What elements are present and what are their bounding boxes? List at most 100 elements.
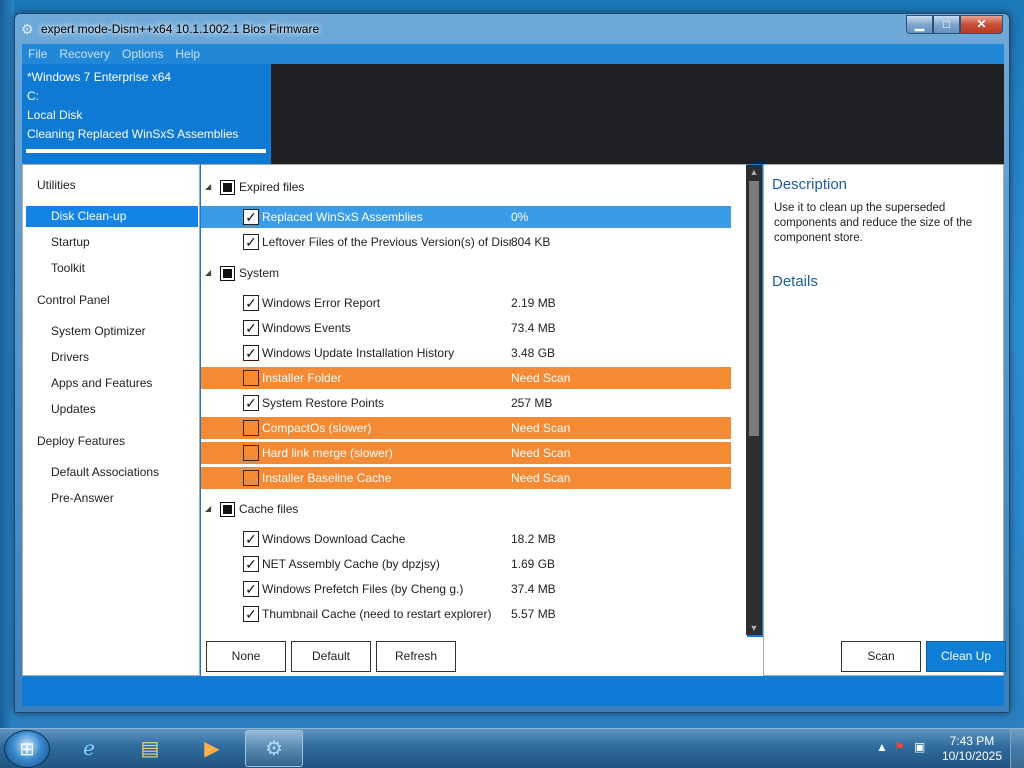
item-size: Need Scan [511, 371, 571, 385]
list-item-system-restore-points[interactable]: ✓ System Restore Points 257 MB [201, 392, 731, 414]
list-item-hard-link-merge[interactable]: Hard link merge (slower) Need Scan [201, 442, 731, 464]
item-size: 2.19 MB [511, 296, 556, 310]
taskbar-windows-explorer[interactable]: ▤ [121, 730, 179, 767]
sidebar-item-updates[interactable]: Updates [26, 399, 198, 420]
show-desktop-button[interactable] [1010, 729, 1024, 768]
list-item-installer-baseline-cache[interactable]: Installer Baseline Cache Need Scan [201, 467, 731, 489]
item-label: Windows Prefetch Files (by Cheng g.) [262, 582, 464, 596]
item-checkbox[interactable]: ✓ [243, 581, 259, 597]
sidebar-group-deploy-features[interactable]: Deploy Features [37, 434, 125, 448]
list-item-net-assembly-cache[interactable]: ✓ NET Assembly Cache (by dpzjsy) 1.69 GB [201, 553, 731, 575]
item-checkbox[interactable]: ✓ [243, 320, 259, 336]
collapse-triangle-icon[interactable]: ◢ [205, 176, 211, 198]
sidebar-group-control-panel[interactable]: Control Panel [37, 293, 110, 307]
clock-date: 10/10/2025 [941, 749, 1002, 763]
sidebar-item-startup[interactable]: Startup [26, 232, 198, 253]
default-button[interactable]: Default [291, 641, 371, 672]
item-checkbox[interactable]: ✓ [243, 209, 259, 225]
item-checkbox[interactable] [243, 370, 259, 386]
refresh-button[interactable]: Refresh [376, 641, 456, 672]
clock[interactable]: 7:43 PM 10/10/2025 [942, 734, 1002, 764]
list-item-installer-folder[interactable]: Installer Folder Need Scan [201, 367, 731, 389]
menu-help[interactable]: Help [169, 44, 206, 64]
list-item-replaced-winsxs[interactable]: ✓ Replaced WinSxS Assemblies 0% [201, 206, 731, 228]
os-name: *Windows 7 Enterprise x64 [27, 70, 172, 84]
sidebar-item-default-associations[interactable]: Default Associations [26, 462, 198, 483]
sidebar-item-pre-answer[interactable]: Pre-Answer [26, 488, 198, 509]
item-size: 804 KB [511, 235, 551, 249]
item-label: Leftover Files of the Previous Version(s… [262, 235, 512, 249]
sidebar-group-utilities[interactable]: Utilities [37, 178, 76, 192]
none-button[interactable]: None [206, 641, 286, 672]
item-checkbox[interactable] [243, 420, 259, 436]
item-label: Installer Folder [262, 371, 342, 385]
window-title: expert mode-Dism++x64 10.1.1002.1 Bios F… [41, 22, 320, 36]
group-checkbox[interactable] [220, 502, 235, 517]
collapse-triangle-icon[interactable]: ◢ [205, 262, 211, 284]
windows-logo-icon: ⊞ [19, 739, 35, 759]
current-task: Cleaning Replaced WinSxS Assemblies [27, 127, 239, 141]
show-hidden-icons-arrow-icon[interactable]: ▲ [876, 740, 888, 754]
group-expired-files[interactable]: ◢ Expired files [201, 176, 731, 198]
list-item-windows-error-report[interactable]: ✓ Windows Error Report 2.19 MB [201, 292, 731, 314]
item-label: Installer Baseline Cache [262, 471, 392, 485]
menu-options[interactable]: Options [116, 44, 169, 64]
list-item-leftover-files[interactable]: ✓ Leftover Files of the Previous Version… [201, 231, 731, 253]
list-item-windows-prefetch-files[interactable]: ✓ Windows Prefetch Files (by Cheng g.) 3… [201, 578, 731, 600]
sidebar-item-toolkit[interactable]: Toolkit [26, 258, 198, 279]
taskbar-media-player[interactable]: ▶ [183, 730, 241, 767]
group-system[interactable]: ◢ System [201, 262, 731, 284]
description-title: Description [772, 176, 848, 193]
scroll-down-arrow-icon[interactable]: ▼ [746, 621, 762, 635]
item-checkbox[interactable]: ✓ [243, 345, 259, 361]
system-tray: ▲ ⚑ ▣ 7:43 PM 10/10/2025 [864, 729, 1024, 768]
title-bar[interactable]: ⚙ expert mode-Dism++x64 10.1.1002.1 Bios… [15, 14, 1009, 44]
item-checkbox[interactable]: ✓ [243, 531, 259, 547]
window-client-area: File Recovery Options Help *Windows 7 En… [22, 44, 1006, 706]
sidebar-item-disk-clean-up[interactable]: Disk Clean-up [26, 206, 198, 227]
group-checkbox[interactable] [220, 266, 235, 281]
action-center-flag-icon[interactable]: ⚑ [894, 740, 905, 754]
list-item-windows-update-history[interactable]: ✓ Windows Update Installation History 3.… [201, 342, 731, 364]
menu-recovery[interactable]: Recovery [53, 44, 116, 64]
clean-up-button[interactable]: Clean Up [926, 641, 1006, 672]
network-icon[interactable]: ▣ [914, 740, 925, 754]
sidebar-item-system-optimizer[interactable]: System Optimizer [26, 321, 198, 342]
list-scrollbar[interactable]: ▲ ▼ [746, 165, 762, 635]
item-size: 18.2 MB [511, 532, 556, 546]
scroll-up-arrow-icon[interactable]: ▲ [746, 165, 762, 179]
item-checkbox[interactable]: ✓ [243, 556, 259, 572]
scan-button[interactable]: Scan [841, 641, 921, 672]
item-checkbox[interactable]: ✓ [243, 606, 259, 622]
session-list-panel [271, 64, 1004, 164]
sidebar-item-apps-and-features[interactable]: Apps and Features [26, 373, 198, 394]
description-text: Use it to clean up the superseded compon… [774, 202, 973, 244]
maximize-button[interactable]: □ [933, 15, 960, 34]
item-size: Need Scan [511, 446, 571, 460]
list-item-compactos[interactable]: CompactOs (slower) Need Scan [201, 417, 731, 439]
item-checkbox[interactable]: ✓ [243, 395, 259, 411]
description-panel: Description Use it to clean up the super… [763, 164, 1006, 676]
minimize-button[interactable]: ▁ [906, 15, 933, 34]
taskbar-internet-explorer[interactable]: ℯ [60, 730, 118, 767]
scroll-thumb[interactable] [749, 181, 759, 436]
taskbar-dism-plus-plus[interactable]: ⚙ [245, 730, 303, 767]
menu-file[interactable]: File [22, 44, 53, 64]
close-button[interactable]: ✕ [960, 15, 1003, 34]
group-cache-files[interactable]: ◢ Cache files [201, 498, 731, 520]
start-button[interactable]: ⊞ [4, 730, 50, 768]
list-item-windows-download-cache[interactable]: ✓ Windows Download Cache 18.2 MB [201, 528, 731, 550]
list-item-windows-events[interactable]: ✓ Windows Events 73.4 MB [201, 317, 731, 339]
item-size: 73.4 MB [511, 321, 556, 335]
item-checkbox[interactable] [243, 445, 259, 461]
list-item-thumbnail-cache[interactable]: ✓ Thumbnail Cache (need to restart explo… [201, 603, 731, 625]
session-info-panel[interactable]: *Windows 7 Enterprise x64 C: Local Disk … [22, 64, 270, 164]
item-checkbox[interactable]: ✓ [243, 295, 259, 311]
group-checkbox[interactable] [220, 180, 235, 195]
item-checkbox[interactable]: ✓ [243, 234, 259, 250]
item-checkbox[interactable] [243, 470, 259, 486]
collapse-triangle-icon[interactable]: ◢ [205, 498, 211, 520]
sidebar-item-drivers[interactable]: Drivers [26, 347, 198, 368]
details-title: Details [772, 273, 818, 290]
item-label: Hard link merge (slower) [262, 446, 393, 460]
